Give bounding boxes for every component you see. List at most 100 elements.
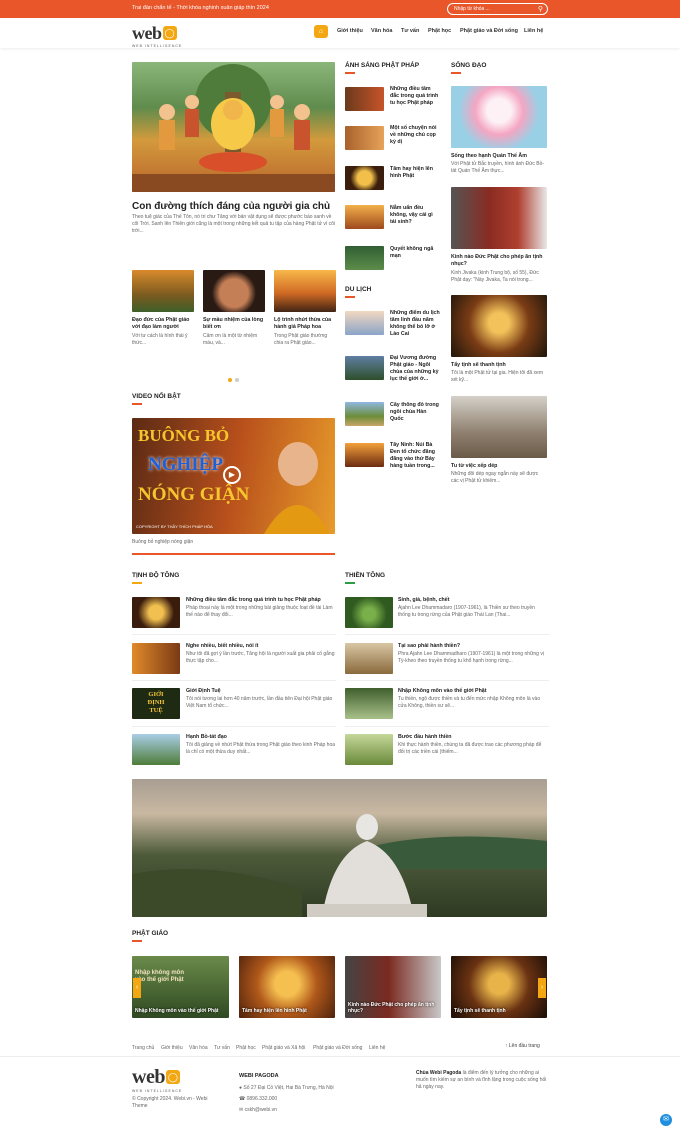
slider-dot-2[interactable]: [235, 378, 239, 382]
slide-caption-3: Kinh nào Đức Phật cho phép ăn tịnh nhục?: [348, 1002, 435, 1014]
du-lich-item-2[interactable]: Đại Vương đường Phật giáo - Ngôi chùa củ…: [390, 355, 440, 383]
anh-sang-item-1[interactable]: Những điều tâm đắc trong quá trình tu họ…: [390, 86, 440, 107]
promo-text[interactable]: Trai đàn chẩn tế - Thời khóa nghinh xuân…: [132, 5, 269, 11]
du-lich-item-1[interactable]: Những điểm du lịch tâm linh đầu năm khôn…: [390, 310, 440, 338]
du-lich-item-4[interactable]: Tây Ninh: Núi Bà Đen tổ chức đăng đăng v…: [390, 442, 440, 470]
slide-caption-1: Nhập Không môn vào thế giới Phật: [135, 1008, 219, 1014]
du-lich-thumb-3[interactable]: [345, 402, 384, 426]
video-section-heading: VIDEO NỔI BẬT: [132, 393, 181, 405]
play-icon[interactable]: ▶: [223, 466, 241, 484]
tinh-do-title-3[interactable]: Giới Định Tuệ: [186, 688, 336, 695]
anh-sang-item-3[interactable]: Tâm hay hiện lên hình Phật: [390, 166, 440, 180]
thien-tong-title-4[interactable]: Bước đầu hành thiền: [398, 734, 548, 741]
thumb-word-3: TUỆ: [149, 707, 163, 714]
carousel-next-icon[interactable]: ›: [538, 978, 546, 998]
tinh-do-excerpt-3: Tôi nói tương lai hơn 40 năm trước, lần …: [186, 696, 333, 709]
thien-tong-thumb-2[interactable]: [345, 643, 393, 674]
footer-link-tu-van[interactable]: Tư vấn: [214, 1045, 230, 1051]
tinh-do-title-1[interactable]: Những điều tâm đắc trong quá trình tu họ…: [186, 597, 336, 604]
tinh-do-title-2[interactable]: Nghe nhiều, biết nhiều, nói ít: [186, 643, 336, 650]
post-thumb-3[interactable]: [274, 270, 336, 312]
heading-underline: [345, 582, 355, 584]
nav-item-lien-he[interactable]: Liên hệ: [524, 28, 543, 34]
du-lich-thumb-1[interactable]: [345, 311, 384, 335]
buddha-statue-banner[interactable]: [132, 779, 547, 917]
video-line-1: BUÔNG BỎ: [138, 426, 230, 445]
phat-giao-slide-1[interactable]: Nhập không môn vào thế giới Phật Nhập Kh…: [132, 956, 229, 1018]
anh-sang-thumb-1[interactable]: [345, 87, 384, 111]
video-line-3: NÓNG GIẬN: [138, 484, 250, 505]
anh-sang-item-2[interactable]: Một số chuyện nói về những chú cọp kỳ dị: [390, 125, 440, 146]
footer-email-row[interactable]: ✉ cskh@webi.vn: [239, 1107, 277, 1114]
home-icon[interactable]: ⌂: [314, 25, 328, 38]
slider-dot-1[interactable]: [228, 378, 232, 382]
row-divider: [132, 726, 336, 727]
tinh-do-thumb-1[interactable]: [132, 597, 180, 628]
phone-icon: ☎: [239, 1096, 246, 1102]
footer-link-trang-chu[interactable]: Trang chủ: [132, 1045, 154, 1051]
footer-phone-row[interactable]: ☎ 0896.332.000: [239, 1096, 277, 1103]
song-dao-title-4[interactable]: Tu từ việc xếp dép: [451, 463, 547, 470]
logo-mark-icon: ◯: [162, 26, 177, 40]
song-dao-thumb-3[interactable]: [451, 295, 547, 357]
thien-tong-thumb-3[interactable]: [345, 688, 393, 719]
monk-figure: [264, 442, 330, 534]
song-dao-thumb-4[interactable]: [451, 396, 547, 458]
tinh-do-thumb-3[interactable]: GIỚI ĐỊNH TUỆ: [132, 688, 180, 719]
footer-link-phat-giao-doi-song[interactable]: Phật giáo và Đời sống: [313, 1045, 362, 1051]
tinh-do-thumb-4[interactable]: [132, 734, 180, 765]
hero-image[interactable]: [132, 62, 335, 192]
nav-item-van-hoa[interactable]: Văn hóa: [371, 28, 392, 34]
nav-item-phat-hoc[interactable]: Phật học: [428, 28, 451, 34]
phat-giao-slide-4[interactable]: Tẩy tịnh sẽ thanh tịnh: [451, 956, 547, 1018]
post-title-3[interactable]: Lộ trình nhứt thừa của hành giả Pháp hoa: [274, 317, 336, 331]
song-dao-thumb-1[interactable]: [451, 86, 547, 148]
video-caption[interactable]: Buông bỏ nghiệp nóng giận: [132, 539, 193, 546]
anh-sang-thumb-4[interactable]: [345, 205, 384, 229]
video-player[interactable]: BUÔNG BỎ NGHIỆP NÓNG GIẬN ▶ COPYRIGHT BY…: [132, 418, 335, 534]
phat-giao-slide-2[interactable]: Tâm hay hiện lên hình Phật: [239, 956, 335, 1018]
post-title-2[interactable]: Sự mầu nhiệm của lòng biết ơn: [203, 317, 265, 331]
tinh-do-thumb-2[interactable]: [132, 643, 180, 674]
anh-sang-item-5[interactable]: Quyết không ngã mạn: [390, 246, 440, 260]
nav-item-phat-giao-doi-song[interactable]: Phật giáo và Đời sống: [460, 28, 518, 34]
search-input[interactable]: Nhập từ khóa ... ⚲: [447, 3, 548, 15]
post-thumb-1[interactable]: [132, 270, 194, 312]
chat-icon[interactable]: ✉: [660, 1114, 672, 1126]
footer-link-lien-he[interactable]: Liên hệ: [369, 1045, 385, 1051]
thien-tong-thumb-4[interactable]: [345, 734, 393, 765]
post-thumb-2[interactable]: [203, 270, 265, 312]
du-lich-thumb-4[interactable]: [345, 443, 384, 467]
thien-tong-title-3[interactable]: Nhập Không môn vào thế giới Phật: [398, 688, 548, 695]
footer-link-van-hoa[interactable]: Văn hóa: [189, 1045, 208, 1051]
song-dao-title-3[interactable]: Tẩy tịnh sẽ thanh tịnh: [451, 362, 547, 369]
footer-logo[interactable]: web ◯ WEB INTELLIGENCE: [132, 1066, 182, 1093]
search-icon[interactable]: ⚲: [538, 5, 543, 13]
thien-tong-title-1[interactable]: Sinh, già, bệnh, chết: [398, 597, 548, 604]
anh-sang-item-4[interactable]: Nằm uẩn đều không, vậy cái gì tái sinh?: [390, 205, 440, 226]
tinh-do-title-4[interactable]: Hạnh Bồ-tát đạo: [186, 734, 336, 741]
footer-link-phat-hoc[interactable]: Phật học: [236, 1045, 256, 1051]
phat-giao-slide-3[interactable]: Kinh nào Đức Phật cho phép ăn tịnh nhục?: [345, 956, 441, 1018]
footer-link-phat-giao-xa-hoi[interactable]: Phật giáo và Xã hội: [262, 1045, 305, 1051]
song-dao-thumb-2[interactable]: [451, 187, 547, 249]
nav-item-gioi-thieu[interactable]: Giới thiệu: [337, 28, 363, 34]
logo[interactable]: web ◯ WEB INTELLIGENCE: [132, 23, 182, 48]
row-divider: [345, 680, 549, 681]
thien-tong-title-2[interactable]: Tại sao phải hành thiền?: [398, 643, 548, 650]
back-to-top[interactable]: ↑ Lên đầu trang: [505, 1043, 540, 1049]
du-lich-item-3[interactable]: Cây thông đỏ trong ngôi chùa Hàn Quốc: [390, 402, 440, 423]
footer-logo-subtitle: WEB INTELLIGENCE: [132, 1089, 183, 1093]
nav-item-tu-van[interactable]: Tư vấn: [401, 28, 419, 34]
anh-sang-thumb-2[interactable]: [345, 126, 384, 150]
carousel-prev-icon[interactable]: ‹: [133, 978, 141, 998]
hero-title[interactable]: Con đường thích đáng của người gia chủ: [132, 201, 335, 212]
song-dao-title-1[interactable]: Sống theo hạnh Quán Thế Âm: [451, 153, 547, 160]
anh-sang-thumb-3[interactable]: [345, 166, 384, 190]
post-title-1[interactable]: Đạo đức của Phật giáo với đạo làm người: [132, 317, 194, 331]
song-dao-title-2[interactable]: Kinh nào Đức Phật cho phép ăn tịnh nhục?: [451, 254, 547, 268]
footer-link-gioi-thieu[interactable]: Giới thiệu: [161, 1045, 183, 1051]
anh-sang-thumb-5[interactable]: [345, 246, 384, 270]
thien-tong-thumb-1[interactable]: [345, 597, 393, 628]
du-lich-thumb-2[interactable]: [345, 356, 384, 380]
